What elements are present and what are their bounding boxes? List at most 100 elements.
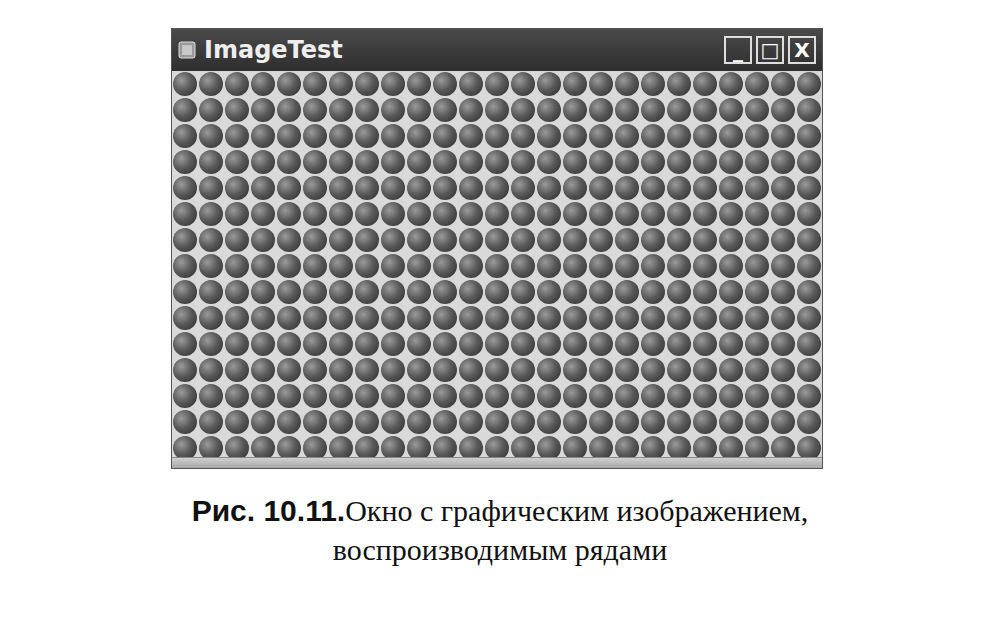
window-control-button[interactable]: X [788,36,816,64]
ball-tile-icon [719,410,743,434]
ball-tile-icon [563,358,587,382]
ball-tile-icon [303,254,327,278]
ball-tile-icon [615,202,639,226]
tile-grid [172,71,822,457]
ball-tile-icon [745,332,769,356]
ball-tile-icon [511,176,535,200]
ball-tile-icon [329,72,353,96]
ball-tile-icon [329,410,353,434]
ball-tile-icon [589,358,613,382]
ball-tile-icon [355,436,379,457]
ball-tile-icon [433,410,457,434]
ball-tile-icon [199,436,223,457]
ball-tile-icon [251,150,275,174]
ball-tile-icon [589,384,613,408]
ball-tile-icon [667,332,691,356]
ball-tile-icon [303,280,327,304]
ball-tile-icon [771,98,795,122]
title-bar[interactable]: ImageTest _□X [172,29,822,71]
ball-tile-icon [745,176,769,200]
ball-tile-icon [303,410,327,434]
ball-tile-icon [173,176,197,200]
ball-tile-icon [511,202,535,226]
ball-tile-icon [511,228,535,252]
ball-tile-icon [303,150,327,174]
ball-tile-icon [433,150,457,174]
ball-tile-icon [771,332,795,356]
ball-tile-icon [693,306,717,330]
ball-tile-icon [641,228,665,252]
ball-tile-icon [641,332,665,356]
ball-tile-icon [589,436,613,457]
ball-tile-icon [641,150,665,174]
ball-tile-icon [329,124,353,148]
ball-tile-icon [745,384,769,408]
window-control-button[interactable]: □ [756,36,784,64]
ball-tile-icon [771,254,795,278]
ball-tile-icon [667,72,691,96]
ball-tile-icon [277,98,301,122]
ball-tile-icon [615,254,639,278]
ball-tile-icon [355,228,379,252]
ball-tile-icon [407,202,431,226]
ball-tile-icon [771,436,795,457]
ball-tile-icon [251,176,275,200]
ball-tile-icon [381,202,405,226]
ball-tile-icon [381,228,405,252]
ball-tile-icon [693,332,717,356]
ball-tile-icon [563,436,587,457]
ball-tile-icon [355,202,379,226]
ball-tile-icon [173,98,197,122]
ball-tile-icon [537,228,561,252]
ball-tile-icon [459,436,483,457]
ball-tile-icon [407,306,431,330]
ball-tile-icon [667,150,691,174]
ball-tile-icon [433,72,457,96]
ball-tile-icon [303,124,327,148]
ball-tile-icon [693,254,717,278]
ball-tile-icon [797,98,821,122]
ball-tile-icon [407,124,431,148]
ball-tile-icon [485,332,509,356]
window-controls: _□X [724,36,816,64]
ball-tile-icon [771,202,795,226]
window-bottom-border [172,457,822,468]
ball-tile-icon [563,228,587,252]
window-title: ImageTest [204,36,716,64]
ball-tile-icon [797,72,821,96]
window-control-button[interactable]: _ [724,36,752,64]
ball-tile-icon [199,254,223,278]
ball-tile-icon [771,228,795,252]
ball-tile-icon [199,410,223,434]
ball-tile-icon [485,306,509,330]
ball-tile-icon [173,332,197,356]
ball-tile-icon [303,98,327,122]
image-test-window: ImageTest _□X [171,28,823,469]
ball-tile-icon [277,228,301,252]
ball-tile-icon [355,332,379,356]
book-page: ImageTest_□XРис. 10.11.Окно с графически… [0,0,1000,619]
ball-tile-icon [329,332,353,356]
ball-tile-icon [407,98,431,122]
ball-tile-icon [563,176,587,200]
ball-tile-icon [641,358,665,382]
ball-tile-icon [641,254,665,278]
ball-tile-icon [459,124,483,148]
ball-tile-icon [277,306,301,330]
ball-tile-icon [459,358,483,382]
ball-tile-icon [537,124,561,148]
ball-tile-icon [511,384,535,408]
ball-tile-icon [511,436,535,457]
ball-tile-icon [407,410,431,434]
ball-tile-icon [433,436,457,457]
ball-tile-icon [511,254,535,278]
ball-tile-icon [277,410,301,434]
ball-tile-icon [745,150,769,174]
ball-tile-icon [459,150,483,174]
ball-tile-icon [433,358,457,382]
ball-tile-icon [355,176,379,200]
ball-tile-icon [199,384,223,408]
ball-tile-icon [667,124,691,148]
ball-tile-icon [797,384,821,408]
ball-tile-icon [381,124,405,148]
